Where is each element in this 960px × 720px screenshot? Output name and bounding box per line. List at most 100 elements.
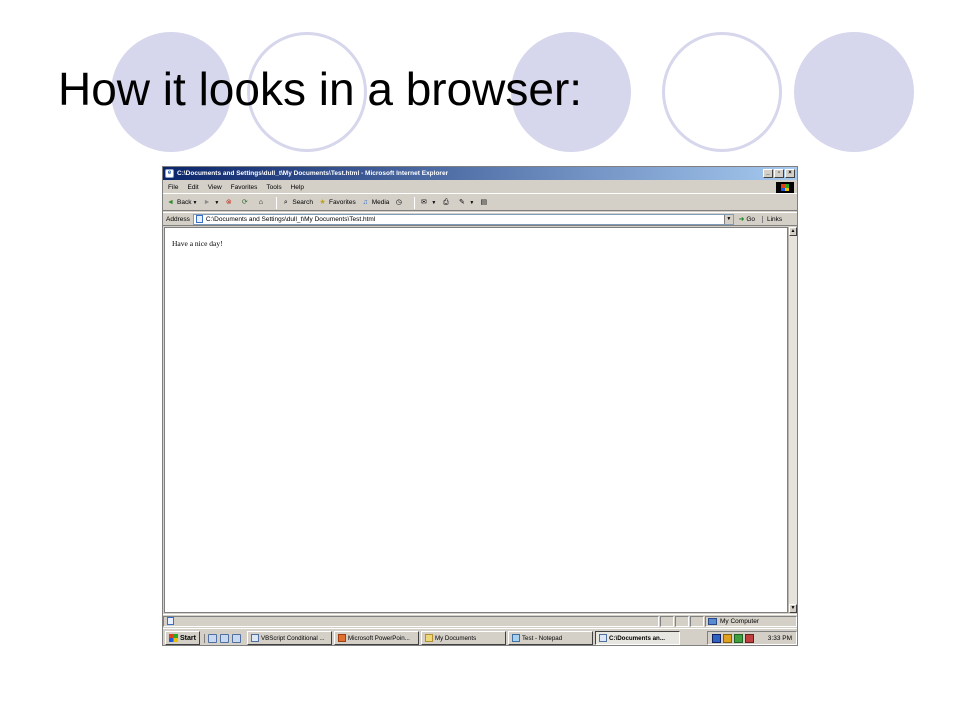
menu-favorites[interactable]: Favorites bbox=[231, 184, 258, 191]
volume-icon[interactable] bbox=[733, 633, 743, 643]
chevron-down-icon: ▼ bbox=[192, 199, 198, 206]
address-value: C:\Documents and Settings\dull_t\My Docu… bbox=[205, 215, 376, 223]
status-bar: My Computer bbox=[163, 614, 797, 627]
outlook-icon[interactable] bbox=[231, 633, 241, 643]
discuss-button[interactable]: ▤ bbox=[479, 198, 490, 207]
go-button[interactable]: ➜ Go bbox=[738, 215, 755, 224]
menu-file[interactable]: File bbox=[168, 184, 178, 191]
window-titlebar[interactable]: e C:\Documents and Settings\dull_t\My Do… bbox=[163, 167, 797, 180]
print-icon: ⎙ bbox=[443, 199, 449, 206]
folder-icon bbox=[424, 634, 433, 642]
security-zone: My Computer bbox=[705, 615, 797, 627]
taskbar: Start VBScript Conditional ... Microsoft… bbox=[163, 628, 797, 645]
toolbar-separator bbox=[276, 196, 278, 209]
task-label: C:\Documents an... bbox=[608, 634, 665, 642]
chevron-down-icon: ▼ bbox=[214, 199, 220, 206]
windows-logo-icon bbox=[169, 634, 178, 642]
clock[interactable]: 3:33 PM bbox=[768, 635, 792, 642]
history-icon: ◷ bbox=[395, 199, 402, 206]
task-label: VBScript Conditional ... bbox=[260, 634, 325, 642]
zone-label: My Computer bbox=[720, 617, 760, 625]
task-button-notepad[interactable]: Test - Notepad bbox=[507, 631, 593, 645]
go-arrow-icon: ➜ bbox=[738, 216, 745, 223]
window-title: C:\Documents and Settings\dull_t\My Docu… bbox=[177, 170, 449, 177]
slide-title: How it looks in a browser: bbox=[58, 63, 583, 115]
ie-icon bbox=[598, 634, 607, 642]
links-button[interactable]: Links bbox=[761, 215, 782, 223]
chevron-down-icon: ▼ bbox=[469, 199, 475, 206]
history-button[interactable]: ◷ bbox=[394, 198, 405, 207]
browser-screenshot: e C:\Documents and Settings\dull_t\My Do… bbox=[162, 166, 798, 646]
menu-tools[interactable]: Tools bbox=[266, 184, 281, 191]
document-icon: ▤ bbox=[480, 199, 488, 206]
powerpoint-icon bbox=[337, 634, 346, 642]
favorites-icon: ★ bbox=[319, 199, 326, 206]
favorites-button[interactable]: ★ Favorites bbox=[318, 198, 356, 207]
status-cell bbox=[690, 615, 704, 627]
task-button-ie-active[interactable]: C:\Documents an... bbox=[594, 631, 680, 645]
menu-view[interactable]: View bbox=[208, 184, 222, 191]
start-button[interactable]: Start bbox=[165, 631, 200, 645]
stop-icon: ⊗ bbox=[225, 199, 232, 206]
toolbar-separator bbox=[414, 196, 416, 209]
search-button[interactable]: ⌕ Search bbox=[281, 198, 313, 207]
start-label: Start bbox=[180, 634, 196, 642]
address-dropdown-button[interactable]: ▼ bbox=[723, 214, 733, 224]
edit-icon: ✎ bbox=[458, 199, 465, 206]
task-label: Microsoft PowerPoin... bbox=[347, 634, 410, 642]
media-label: Media bbox=[371, 199, 390, 206]
address-bar: Address C:\Documents and Settings\dull_t… bbox=[163, 212, 797, 226]
vertical-scrollbar[interactable]: ▲ ▼ bbox=[788, 227, 797, 613]
favorites-label: Favorites bbox=[328, 199, 356, 206]
refresh-button[interactable]: ⟳ bbox=[240, 198, 251, 207]
go-label: Go bbox=[746, 215, 755, 223]
back-arrow-icon: ◄ bbox=[167, 199, 174, 206]
menu-help[interactable]: Help bbox=[291, 184, 304, 191]
stop-button[interactable]: ⊗ bbox=[224, 198, 235, 207]
page-content-text: Have a nice day! bbox=[172, 239, 223, 248]
status-main-pane bbox=[163, 615, 659, 627]
menu-bar: File Edit View Favorites Tools Help bbox=[163, 181, 797, 194]
task-label: Test - Notepad bbox=[521, 634, 563, 642]
task-button-my-documents[interactable]: My Documents bbox=[420, 631, 506, 645]
decor-circle-5 bbox=[794, 32, 914, 152]
page-viewport[interactable]: Have a nice day! bbox=[164, 227, 788, 613]
ie-icon[interactable] bbox=[219, 633, 229, 643]
back-label: Back bbox=[177, 199, 192, 206]
menu-edit[interactable]: Edit bbox=[187, 184, 198, 191]
home-button[interactable]: ⌂ bbox=[256, 198, 267, 207]
mail-icon: ✉ bbox=[420, 199, 427, 206]
task-button-vbscript[interactable]: VBScript Conditional ... bbox=[246, 631, 332, 645]
close-button[interactable]: × bbox=[785, 169, 795, 178]
mail-button[interactable]: ✉ ▼ bbox=[419, 198, 436, 207]
search-label: Search bbox=[292, 199, 313, 206]
window-controls: _ ▫ × bbox=[763, 169, 795, 178]
decor-circle-4 bbox=[662, 32, 782, 152]
task-label: My Documents bbox=[434, 634, 477, 642]
address-label: Address bbox=[166, 215, 190, 223]
tray-pen-icon[interactable] bbox=[722, 633, 732, 643]
address-input[interactable]: C:\Documents and Settings\dull_t\My Docu… bbox=[192, 213, 734, 225]
computer-icon bbox=[708, 617, 717, 625]
scroll-up-button[interactable]: ▲ bbox=[789, 227, 797, 236]
scroll-down-button[interactable]: ▼ bbox=[789, 604, 797, 613]
edit-button[interactable]: ✎ ▼ bbox=[457, 198, 474, 207]
quick-launch bbox=[203, 633, 244, 643]
print-button[interactable]: ⎙ bbox=[441, 198, 452, 207]
status-cell bbox=[675, 615, 689, 627]
tray-app-icon[interactable] bbox=[711, 633, 721, 643]
page-icon bbox=[195, 215, 203, 223]
task-button-powerpoint[interactable]: Microsoft PowerPoin... bbox=[333, 631, 419, 645]
forward-button[interactable]: ► ▼ bbox=[202, 198, 219, 207]
network-icon[interactable] bbox=[744, 633, 754, 643]
back-button[interactable]: ◄ Back ▼ bbox=[166, 198, 197, 207]
notepad-icon bbox=[511, 634, 520, 642]
forward-arrow-icon: ► bbox=[203, 199, 211, 206]
minimize-button[interactable]: _ bbox=[763, 169, 773, 178]
show-desktop-icon[interactable] bbox=[207, 633, 217, 643]
chevron-down-icon: ▼ bbox=[431, 199, 437, 206]
maximize-button[interactable]: ▫ bbox=[774, 169, 784, 178]
media-button[interactable]: ♫ Media bbox=[361, 198, 390, 207]
standard-toolbar: ◄ Back ▼ ► ▼ ⊗ ⟳ ⌂ ⌕ Search ★ Favorites … bbox=[163, 195, 797, 211]
ie-icon bbox=[250, 634, 259, 642]
